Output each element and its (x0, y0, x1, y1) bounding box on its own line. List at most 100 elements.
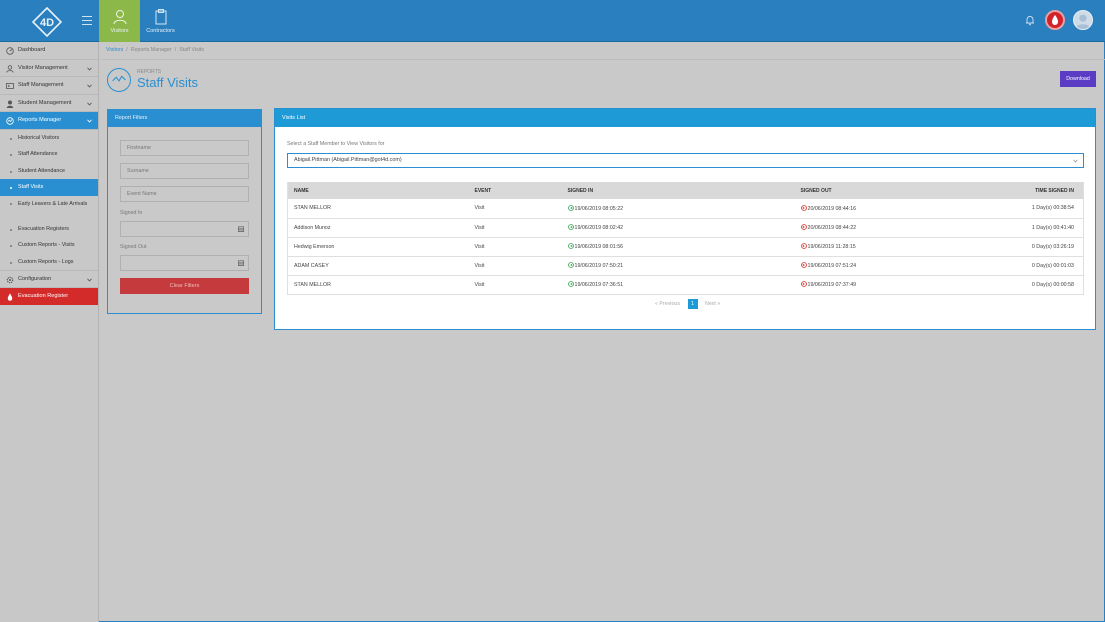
signed-in-value: 19/06/2019 08:02:42 (574, 225, 624, 231)
table-row[interactable]: STAN MELLOR Visit 19/06/2019 07:36:51 19/06… (287, 275, 1084, 295)
sign-out-icon (800, 204, 807, 211)
sign-out-icon (800, 281, 807, 287)
evacuation-alert-button[interactable] (1045, 10, 1065, 30)
report-filters-panel: Report Filters Firstname Surname Event N… (107, 109, 262, 314)
cell-name: STAN MELLOR (287, 275, 469, 295)
sidebar-sub-custom-reports-logs[interactable]: Custom Reports - Logs (0, 254, 98, 271)
table-row[interactable]: Hedwig Emerson Visit 19/06/2019 08:01:56 19… (287, 237, 1084, 257)
drop-icon (7, 293, 13, 301)
sidebar-item-staff-management[interactable]: Staff Management (0, 77, 98, 95)
event-name-input[interactable]: Event Name (120, 186, 249, 202)
sign-in-icon (567, 262, 574, 268)
student-icon (6, 100, 14, 108)
sidebar-item-student-management[interactable]: Student Management (0, 95, 98, 112)
user-icon (113, 10, 126, 25)
cell-event: Visit (468, 199, 562, 219)
sidebar-sub-early-leavers[interactable]: Early Leavers & Late Arrivals (0, 196, 98, 221)
menu-toggle-icon[interactable] (82, 16, 92, 25)
firstname-input[interactable]: Firstname (120, 140, 249, 156)
table-row[interactable]: ADAM CASEY Visit 19/06/2019 07:50:21 19/06/… (287, 256, 1084, 276)
signed-in-date-input[interactable] (120, 221, 249, 237)
signed-out-value: 20/06/2019 08:44:22 (807, 225, 857, 231)
chevron-down-icon (87, 278, 92, 282)
cell-time-signed-in: 0 Day(s) 00:01:03 (954, 256, 1084, 276)
pager-next[interactable]: Next » (705, 301, 720, 307)
cell-signed-out: 19/06/2019 11:28:15 (794, 237, 955, 257)
pager-current-page[interactable]: 1 (687, 299, 698, 309)
dashboard-icon (6, 47, 14, 55)
sidebar-sub-evacuation-registers[interactable]: Evacuation Registers (0, 221, 98, 238)
sidebar-item-evacuation-register[interactable]: Evacuation Register (0, 287, 98, 305)
breadcrumb: Visitors / Reports Manager / Staff Visits (106, 47, 205, 53)
download-button[interactable]: Download (1060, 71, 1096, 87)
column-header-name[interactable]: NAME (287, 182, 469, 199)
profile-icon (1075, 14, 1091, 29)
table-row[interactable]: STAN MELLOR Visit 19/06/2019 08:05:22 20/06… (287, 199, 1084, 219)
sidebar-sub-custom-reports-visits[interactable]: Custom Reports - Visits (0, 237, 98, 254)
cell-signed-out: 20/06/2019 08:44:22 (794, 218, 955, 238)
tab-contractors[interactable]: Contractors (140, 0, 181, 42)
4d-logo[interactable]: 4D (32, 7, 62, 37)
table-row[interactable]: Addison Munoz Visit 19/06/2019 08:02:42 20/… (287, 218, 1084, 238)
clear-filters-button[interactable]: Clear Filters (120, 278, 249, 294)
avatar[interactable] (1073, 10, 1093, 30)
top-bar: 4D Visitors Contractors (0, 0, 1105, 42)
sign-out-icon (800, 224, 807, 230)
page-title: Staff Visits (137, 75, 198, 90)
signed-out-label: Signed Out (120, 244, 147, 250)
sidebar-sub-staff-attendance[interactable]: Staff Attendance (0, 146, 98, 163)
calendar-icon[interactable] (238, 226, 244, 232)
cell-time-signed-in: 1 Day(s) 00:41:40 (954, 218, 1084, 238)
chevron-down-icon (87, 102, 92, 106)
sidebar-sub-historical-visitors[interactable]: Historical Visitors (0, 130, 98, 147)
cell-signed-in: 19/06/2019 08:02:42 (561, 218, 795, 238)
column-header-signed-out[interactable]: SIGNED OUT (794, 182, 955, 199)
sidebar-item-label: Reports Manager (18, 117, 62, 123)
signed-out-value: 19/06/2019 07:51:24 (807, 263, 857, 269)
column-header-time-signed-in[interactable]: TIME SIGNED IN (954, 182, 1084, 199)
cell-time-signed-in: 0 Day(s) 03:26:19 (954, 237, 1084, 257)
bell-icon[interactable] (1024, 14, 1036, 26)
signed-out-value: 19/06/2019 11:28:15 (807, 244, 856, 250)
cell-name: Hedwig Emerson (287, 237, 469, 257)
chevron-down-icon (87, 67, 92, 71)
id-card-icon (6, 83, 14, 89)
cell-signed-in: 19/06/2019 07:36:51 (561, 275, 795, 295)
sign-in-icon (567, 204, 574, 211)
visits-list-panel: Visits List Select a Staff Member to Vie… (274, 108, 1096, 330)
visits-list-title: Visits List (275, 109, 1095, 127)
sidebar-item-reports-manager[interactable]: Reports Manager (0, 112, 98, 130)
sidebar-item-label: Staff Management (18, 82, 64, 88)
chevron-down-icon (87, 119, 92, 123)
breadcrumb-visitors[interactable]: Visitors (106, 47, 123, 53)
breadcrumb-reports-manager[interactable]: Reports Manager (131, 47, 172, 53)
signed-out-date-input[interactable] (120, 255, 249, 271)
surname-input[interactable]: Surname (120, 163, 249, 179)
cell-event: Visit (468, 275, 562, 295)
sidebar-item-visitor-management[interactable]: Visitor Management (0, 60, 98, 77)
sign-out-icon (800, 262, 807, 268)
report-filters-title: Report Filters (108, 110, 261, 127)
tab-visitors[interactable]: Visitors (99, 0, 140, 42)
sidebar-item-dashboard[interactable]: Dashboard (0, 42, 98, 60)
calendar-icon[interactable] (238, 260, 244, 266)
cell-signed-out: 19/06/2019 07:51:24 (794, 256, 955, 276)
sidebar-item-configuration[interactable]: Configuration (0, 270, 98, 288)
column-header-event[interactable]: EVENT (468, 182, 562, 199)
sidebar-sub-student-attendance[interactable]: Student Attendance (0, 163, 98, 180)
tab-visitors-label: Visitors (110, 28, 129, 34)
sign-in-icon (567, 243, 574, 249)
sidebar-sub-staff-visits[interactable]: Staff Visits (0, 179, 98, 196)
svg-text:4D: 4D (40, 17, 54, 29)
signed-in-value: 19/06/2019 08:05:22 (574, 205, 624, 212)
sidebar-item-label: Evacuation Register (18, 292, 69, 299)
column-header-signed-in[interactable]: SIGNED IN (561, 182, 795, 199)
gear-icon (6, 276, 14, 284)
header-divider (100, 59, 1105, 60)
signed-in-label: Signed In (120, 210, 143, 216)
staff-member-selected-value: Abigail.Pittman (Abigail.Pittman@got4d.c… (294, 157, 402, 163)
staff-member-select[interactable]: Abigail.Pittman (Abigail.Pittman@got4d.c… (287, 153, 1084, 168)
cell-time-signed-in: 1 Day(s) 00:38:54 (954, 199, 1084, 219)
pager-previous[interactable]: « Previous (655, 301, 680, 307)
sign-out-icon (800, 243, 807, 249)
